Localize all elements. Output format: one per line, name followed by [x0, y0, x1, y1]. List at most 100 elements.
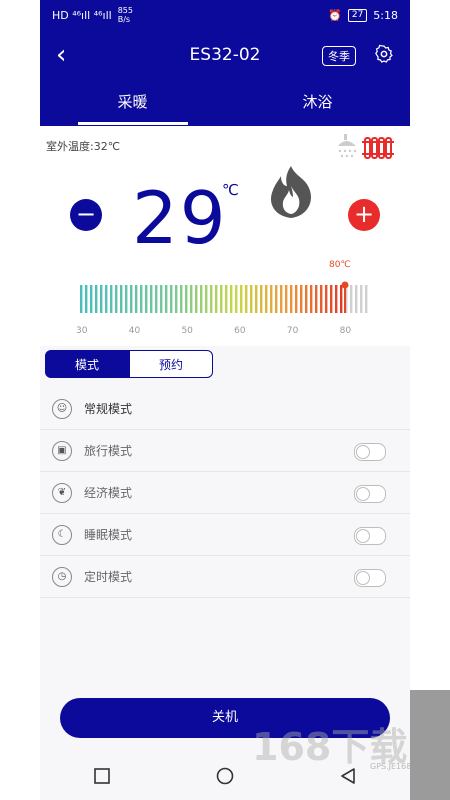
scale-bar [335, 285, 338, 313]
scale-bar [170, 285, 173, 313]
app-header: ‹ ES32-02 冬季 [40, 30, 410, 82]
scale-bar [140, 285, 143, 313]
app-screen: HD ⁴⁶ıll ⁴⁶ıll 855 B/s ⏰ 27 5:18 ‹ ES32-… [40, 0, 410, 800]
scale-bar [200, 285, 203, 313]
tab-schedule[interactable]: 预约 [129, 350, 213, 378]
scale-marker-dot [341, 281, 349, 289]
scale-bar [310, 285, 313, 313]
scale-tick-label: 60 [234, 326, 246, 336]
scale-bar [250, 285, 253, 313]
scale-bar [350, 285, 353, 313]
mode-row-eco[interactable]: ❦ 经济模式 [40, 472, 410, 514]
scale-bar [120, 285, 123, 313]
recent-apps-icon[interactable] [92, 766, 112, 786]
scale-bar [125, 285, 128, 313]
mode-row-travel[interactable]: ▣ 旅行模式 [40, 430, 410, 472]
mode-label: 经济模式 [84, 486, 133, 500]
mode-list: ☺ 常规模式 ▣ 旅行模式 ❦ 经济模式 ☾ 睡眠模式 ◷ 定时模式 [40, 388, 410, 598]
status-bar: HD ⁴⁶ıll ⁴⁶ıll 855 B/s ⏰ 27 5:18 [40, 0, 410, 30]
scale-bar [320, 285, 323, 313]
net-speed-unit: B/s [117, 15, 131, 24]
scale-bar [115, 285, 118, 313]
scale-bar [100, 285, 103, 313]
scale-bar [135, 285, 138, 313]
device-status-icon [338, 134, 394, 159]
scale-bar [325, 285, 328, 313]
mode-label: 定时模式 [84, 570, 133, 584]
scale-bar [85, 285, 88, 313]
increase-temp-button[interactable]: + [348, 199, 380, 231]
mode-row-sleep[interactable]: ☾ 睡眠模式 [40, 514, 410, 556]
scale-bar [265, 285, 268, 313]
outdoor-temperature: 室外温度:32℃ [46, 140, 121, 153]
scale-bar [260, 285, 263, 313]
scale-bar [245, 285, 248, 313]
temperature-panel: 室外温度:32℃ − 29 ℃ + 80℃ 30 40 50 60 70 80 [40, 126, 410, 346]
scale-tick-label: 70 [286, 326, 299, 336]
clock-time: 5:18 [373, 8, 398, 22]
scale-bar [190, 285, 193, 313]
gear-icon[interactable] [374, 44, 394, 64]
scale-bar [165, 285, 168, 313]
sleep-mode-toggle[interactable] [354, 527, 386, 545]
tab-shower[interactable]: 沐浴 [225, 82, 410, 126]
scale-bar [235, 285, 238, 313]
scale-tick-label: 40 [128, 326, 141, 336]
travel-mode-toggle[interactable] [354, 443, 386, 461]
scale-bar [215, 285, 218, 313]
tab-heating[interactable]: 采暖 [40, 82, 225, 126]
scale-tick-label: 50 [181, 326, 193, 336]
scale-bar [275, 285, 278, 313]
scale-bar [185, 285, 188, 313]
scale-bar [230, 285, 233, 313]
flame-icon [271, 166, 311, 218]
scale-bar [280, 285, 283, 313]
luggage-icon: ▣ [52, 440, 72, 461]
scale-bar [205, 285, 208, 313]
set-temperature: 29 [132, 176, 228, 260]
leaf-icon: ❦ [52, 482, 72, 503]
mode-label: 常规模式 [84, 402, 133, 416]
scale-bar [365, 285, 368, 313]
alarm-icon: ⏰ [328, 8, 342, 22]
scale-bar [155, 285, 158, 313]
scale-bar [195, 285, 198, 313]
scale-bar [175, 285, 178, 313]
mode-tab-bar: 采暖 沐浴 [40, 82, 410, 126]
decrease-temp-button[interactable]: − [70, 199, 102, 231]
watermark-url: GPS.JE168.com [370, 762, 431, 771]
scale-bar [240, 285, 243, 313]
scale-bar [160, 285, 163, 313]
season-badge[interactable]: 冬季 [322, 46, 356, 66]
scale-tick-label: 30 [76, 326, 88, 336]
scale-bar [270, 285, 273, 313]
scale-bar [110, 285, 113, 313]
mode-row-timer[interactable]: ◷ 定时模式 [40, 556, 410, 598]
scale-bar [90, 285, 93, 313]
signal-indicators: HD ⁴⁶ıll ⁴⁶ıll [52, 8, 112, 22]
temperature-scale[interactable] [80, 281, 370, 313]
scale-bar [95, 285, 98, 313]
tab-mode[interactable]: 模式 [45, 350, 129, 378]
scale-bar [150, 285, 153, 313]
temperature-unit: ℃ [222, 181, 239, 199]
scale-bar [285, 285, 288, 313]
scale-bar [145, 285, 148, 313]
home-icon[interactable] [215, 766, 235, 786]
battery-indicator: 27 [347, 8, 368, 22]
eco-mode-toggle[interactable] [354, 485, 386, 503]
timer-mode-toggle[interactable] [354, 569, 386, 587]
scale-bar [220, 285, 223, 313]
mode-row-normal[interactable]: ☺ 常规模式 [40, 388, 410, 430]
scale-bar [130, 285, 133, 313]
moon-icon: ☾ [52, 524, 72, 545]
scale-bar [295, 285, 298, 313]
net-speed: 855 B/s [118, 6, 133, 24]
net-speed-value: 855 [117, 6, 133, 15]
scale-bar [315, 285, 318, 313]
scale-bar [360, 285, 363, 313]
scale-bar [305, 285, 308, 313]
smile-icon: ☺ [52, 398, 72, 419]
scale-bar [180, 285, 183, 313]
scale-tick-label: 80 [339, 326, 352, 336]
